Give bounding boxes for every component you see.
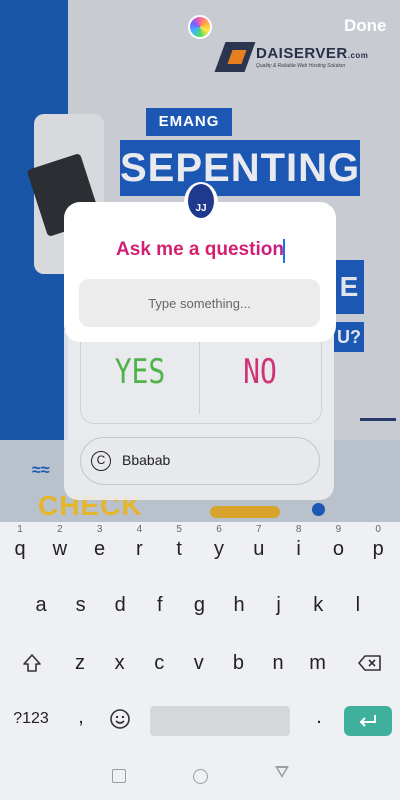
mention-sticker[interactable] — [80, 437, 320, 485]
key-g[interactable]: g — [185, 594, 213, 617]
key-b[interactable]: b — [224, 652, 252, 675]
key-hint-number: 8 — [295, 524, 302, 535]
symbols-key[interactable]: ?123 — [6, 710, 56, 728]
key-u[interactable]: 7u — [245, 524, 273, 561]
avatar-initials: JJ — [188, 184, 214, 218]
key-m[interactable]: m — [304, 652, 332, 675]
key-y[interactable]: 6y — [205, 524, 233, 561]
key-hint-number: 9 — [335, 524, 342, 535]
key-hint-number: 2 — [57, 524, 63, 535]
poll-option-yes[interactable]: YES — [80, 352, 200, 392]
key-w[interactable]: 2w — [46, 524, 74, 561]
key-t[interactable]: 5t — [165, 524, 193, 561]
key-p[interactable]: 0p — [364, 524, 392, 561]
comma-key[interactable]: , — [66, 706, 96, 729]
mention-label: Bbabab — [122, 452, 171, 468]
key-a[interactable]: a — [27, 594, 55, 617]
story-text-side-u: U? — [334, 322, 364, 352]
question-answer-field[interactable] — [79, 279, 320, 327]
key-z[interactable]: z — [66, 652, 94, 675]
enter-icon — [359, 715, 376, 727]
key-f[interactable]: f — [146, 594, 174, 617]
story-text-emang: EMANG — [146, 108, 232, 136]
copyright-icon: C — [91, 451, 111, 471]
key-c[interactable]: c — [145, 652, 173, 675]
key-x[interactable]: x — [106, 652, 134, 675]
key-o[interactable]: 9o — [324, 524, 352, 561]
key-hint-number: 4 — [136, 524, 143, 535]
key-hint-number: 5 — [176, 524, 182, 535]
key-hint-number: 7 — [256, 524, 262, 535]
key-q[interactable]: 1q — [6, 524, 34, 561]
key-hint-number: 1 — [17, 524, 23, 535]
shift-key[interactable] — [16, 652, 48, 680]
story-text-sepenting: SEPENTING — [120, 140, 360, 196]
period-key[interactable]: . — [305, 706, 333, 729]
question-title-input[interactable]: Ask me a question — [64, 239, 336, 261]
key-n[interactable]: n — [264, 652, 292, 675]
key-hint-number: 6 — [216, 524, 222, 535]
recents-icon[interactable] — [112, 769, 126, 783]
key-i[interactable]: 8i — [285, 524, 313, 561]
daiserver-tagline: Quality & Reliable Web Hosting Solution — [256, 63, 346, 69]
story-small-pill — [210, 506, 280, 518]
key-k[interactable]: k — [304, 594, 332, 617]
key-h[interactable]: h — [225, 594, 253, 617]
key-s[interactable]: s — [67, 594, 95, 617]
back-icon-inner — [277, 768, 286, 775]
done-button[interactable]: Done — [344, 16, 387, 36]
enter-key[interactable] — [344, 706, 392, 736]
key-v[interactable]: v — [185, 652, 213, 675]
story-blue-dot — [312, 503, 325, 516]
backspace-icon — [358, 655, 381, 671]
key-r[interactable]: 4r — [125, 524, 153, 561]
key-l[interactable]: l — [344, 594, 372, 617]
story-text-side-e: E — [334, 260, 364, 314]
home-icon[interactable] — [193, 769, 208, 784]
space-bar[interactable] — [150, 706, 290, 736]
key-d[interactable]: d — [106, 594, 134, 617]
wave-decoration: ≈≈ — [32, 462, 50, 479]
emoji-icon[interactable] — [104, 706, 136, 736]
shift-icon — [23, 654, 41, 672]
backspace-key[interactable] — [352, 652, 388, 680]
story-frame-line — [360, 418, 396, 421]
color-picker-icon[interactable] — [188, 15, 212, 39]
daiserver-logo-text: DAISERVER.com — [256, 45, 369, 62]
key-j[interactable]: j — [265, 594, 293, 617]
key-e[interactable]: 3e — [86, 524, 114, 561]
poll-option-no[interactable]: NO — [200, 352, 320, 392]
key-hint-number: 0 — [375, 524, 381, 535]
text-cursor — [283, 239, 285, 263]
key-hint-number: 3 — [96, 524, 103, 535]
